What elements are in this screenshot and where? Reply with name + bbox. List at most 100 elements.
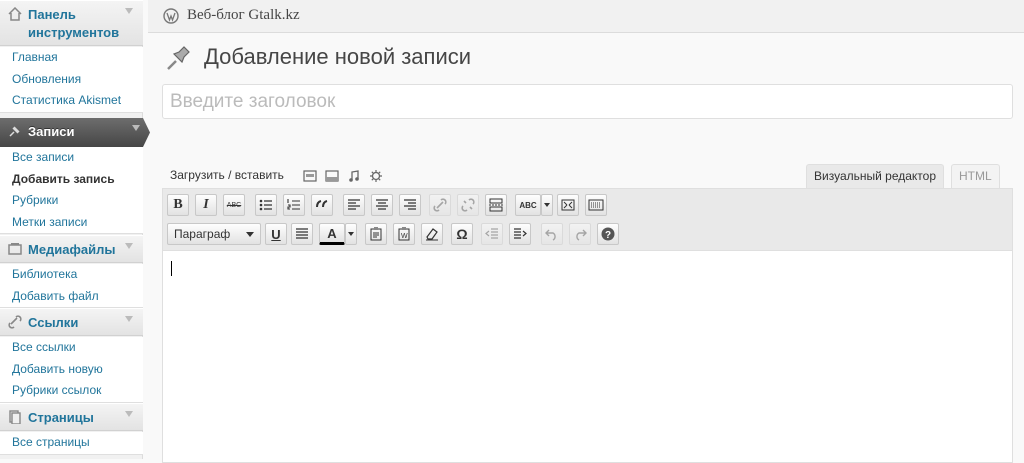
sidebar-item-categories[interactable]: Рубрики [0, 190, 143, 212]
paragraph-format-select[interactable]: Параграф [167, 223, 261, 245]
numbered-list-icon [287, 199, 300, 210]
spellcheck-label: ABC [519, 200, 537, 210]
chevron-down-icon [544, 203, 550, 207]
menu-dashboard-label: Панель инструментов [28, 7, 120, 40]
sidebar-item-all-pages[interactable]: Все страницы [0, 432, 143, 454]
unlink-icon [461, 198, 475, 212]
menu-media[interactable]: Медиафайлы [0, 235, 143, 263]
redo-button[interactable] [569, 223, 591, 245]
sidebar-item-add-post[interactable]: Добавить запись [0, 169, 143, 191]
outdent-button[interactable] [481, 223, 503, 245]
underline-button[interactable]: U [265, 223, 287, 245]
align-justify-icon [296, 228, 308, 239]
help-icon: ? [601, 227, 615, 241]
fullscreen-button[interactable] [557, 194, 579, 216]
clear-formatting-button[interactable] [421, 223, 443, 245]
post-title-input[interactable] [162, 84, 1013, 119]
special-char-button[interactable]: Ω [451, 223, 473, 245]
outdent-icon [485, 228, 498, 239]
editor-content-area[interactable] [163, 252, 1012, 462]
unlink-button[interactable] [457, 194, 479, 216]
help-button[interactable]: ? [597, 223, 619, 245]
undo-button[interactable] [541, 223, 563, 245]
align-center-icon [376, 199, 388, 210]
justify-button[interactable] [291, 223, 313, 245]
redo-icon [576, 229, 587, 241]
italic-button[interactable]: I [195, 194, 217, 216]
paste-text-icon [370, 227, 382, 241]
pushpin-icon [9, 126, 20, 137]
insert-more-button[interactable] [485, 194, 507, 216]
sidebar-item-library[interactable]: Библиотека [0, 264, 143, 286]
sidebar-item-home[interactable]: Главная [0, 47, 143, 69]
chevron-down-icon[interactable] [132, 125, 140, 131]
sidebar-item-akismet[interactable]: Статистика Akismet [0, 90, 143, 112]
wordpress-logo-icon[interactable] [163, 8, 179, 24]
menu-pages-label: Страницы [28, 410, 94, 425]
add-audio-icon[interactable] [347, 169, 361, 183]
numbered-list-button[interactable] [283, 194, 305, 216]
add-video-icon[interactable] [325, 169, 339, 183]
home-icon [8, 7, 22, 21]
align-right-button[interactable] [399, 194, 421, 216]
bold-button[interactable]: B [167, 194, 189, 216]
insert-link-button[interactable] [429, 194, 451, 216]
sidebar-item-all-links[interactable]: Все ссылки [0, 337, 143, 359]
text-caret [171, 261, 172, 276]
sidebar-item-link-categories[interactable]: Рубрики ссылок [0, 380, 143, 402]
add-media-gear-icon[interactable] [369, 169, 383, 183]
paste-text-button[interactable] [365, 223, 387, 245]
align-left-button[interactable] [343, 194, 365, 216]
menu-dashboard[interactable]: Панель инструментов [0, 0, 143, 46]
submenu-media: Библиотека Добавить файл [0, 264, 143, 308]
submenu-links: Все ссылки Добавить новую Рубрики ссылок [0, 337, 143, 403]
spellcheck-dropdown[interactable] [541, 194, 553, 216]
kitchen-sink-button[interactable] [585, 194, 607, 216]
chevron-down-icon[interactable] [125, 316, 133, 322]
add-image-icon[interactable] [303, 169, 317, 183]
align-right-icon [404, 199, 416, 210]
eraser-icon [426, 228, 438, 241]
chevron-down-icon [246, 232, 254, 237]
sidebar-item-add-file[interactable]: Добавить файл [0, 286, 143, 308]
sidebar-item-add-new[interactable]: Добавить новую [0, 359, 143, 381]
text-color-button[interactable]: A [319, 223, 345, 245]
indent-button[interactable] [509, 223, 531, 245]
sidebar-item-all-posts[interactable]: Все записи [0, 147, 143, 169]
undo-icon [545, 229, 556, 241]
blockquote-button[interactable] [311, 194, 333, 216]
blockquote-icon [316, 200, 328, 208]
menu-links[interactable]: Ссылки [0, 308, 143, 336]
menu-posts-label: Записи [28, 124, 75, 139]
tab-html[interactable]: HTML [951, 164, 1000, 188]
page-title: Добавление новой записи [204, 44, 472, 69]
link-icon [8, 315, 22, 329]
format-select-value: Параграф [174, 227, 231, 241]
bullet-list-button[interactable] [255, 194, 277, 216]
align-left-icon [348, 199, 360, 210]
chevron-down-icon[interactable] [125, 243, 133, 249]
sidebar-item-tags[interactable]: Метки записи [0, 212, 143, 234]
chevron-down-icon[interactable] [125, 8, 133, 14]
spellcheck-button[interactable]: ABC [515, 194, 541, 216]
text-color-dropdown[interactable] [345, 223, 357, 245]
chevron-down-icon[interactable] [125, 411, 133, 417]
fullscreen-icon [561, 199, 575, 211]
link-icon [433, 198, 447, 212]
submenu-dashboard: Главная Обновления Статистика Akismet [0, 47, 143, 113]
strikethrough-button[interactable]: ABC [223, 194, 245, 216]
submenu-posts: Все записи Добавить запись Рубрики Метки… [0, 147, 143, 234]
paste-word-button[interactable]: W [393, 223, 415, 245]
tab-visual-editor[interactable]: Визуальный редактор [806, 164, 945, 188]
paste-word-icon: W [398, 227, 410, 241]
menu-pages[interactable]: Страницы [0, 403, 143, 431]
bullet-list-icon [259, 199, 272, 211]
site-name-link[interactable]: Веб-блог Gtalk.kz [187, 7, 300, 24]
upload-insert-label: Загрузить / вставить [170, 168, 284, 182]
post-editor: B I ABC ABC Параграф U A W Ω ? [162, 188, 1013, 463]
chevron-down-icon [348, 232, 354, 236]
sidebar-item-updates[interactable]: Обновления [0, 69, 143, 91]
menu-posts[interactable]: Записи [0, 118, 150, 147]
submenu-pages: Все страницы [0, 432, 143, 455]
align-center-button[interactable] [371, 194, 393, 216]
